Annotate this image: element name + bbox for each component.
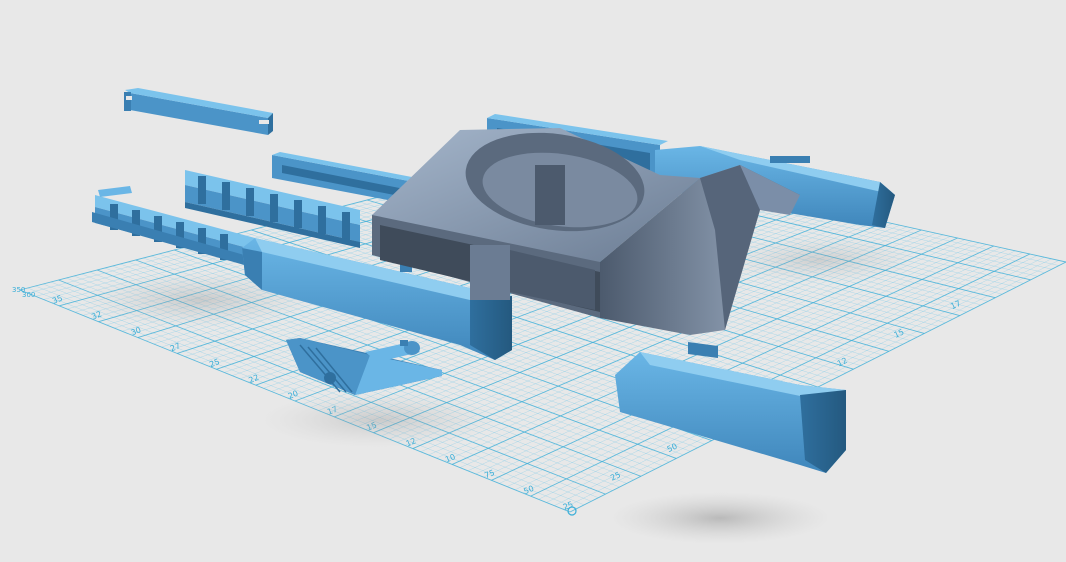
axis-corner-label: 300 [22, 291, 35, 299]
axis-tick-label: 35 [51, 294, 64, 306]
axis-tick-label: 75 [483, 468, 496, 480]
axis-tick-label: 27 [169, 341, 182, 353]
axis-tick-label: 30 [130, 325, 143, 337]
axis-tick-label: 25 [208, 357, 221, 369]
connector-rail[interactable] [124, 88, 273, 135]
axis-tick-label: 17 [949, 299, 962, 311]
front-right-pod[interactable] [615, 342, 846, 473]
3d-viewport[interactable]: 3532302725222017151210755025255075101215… [0, 0, 1066, 558]
axis-tick-label: 50 [666, 442, 679, 454]
scene-canvas[interactable]: 3532302725222017151210755025255075101215… [0, 0, 1066, 558]
axis-tick-label: 50 [522, 484, 535, 496]
